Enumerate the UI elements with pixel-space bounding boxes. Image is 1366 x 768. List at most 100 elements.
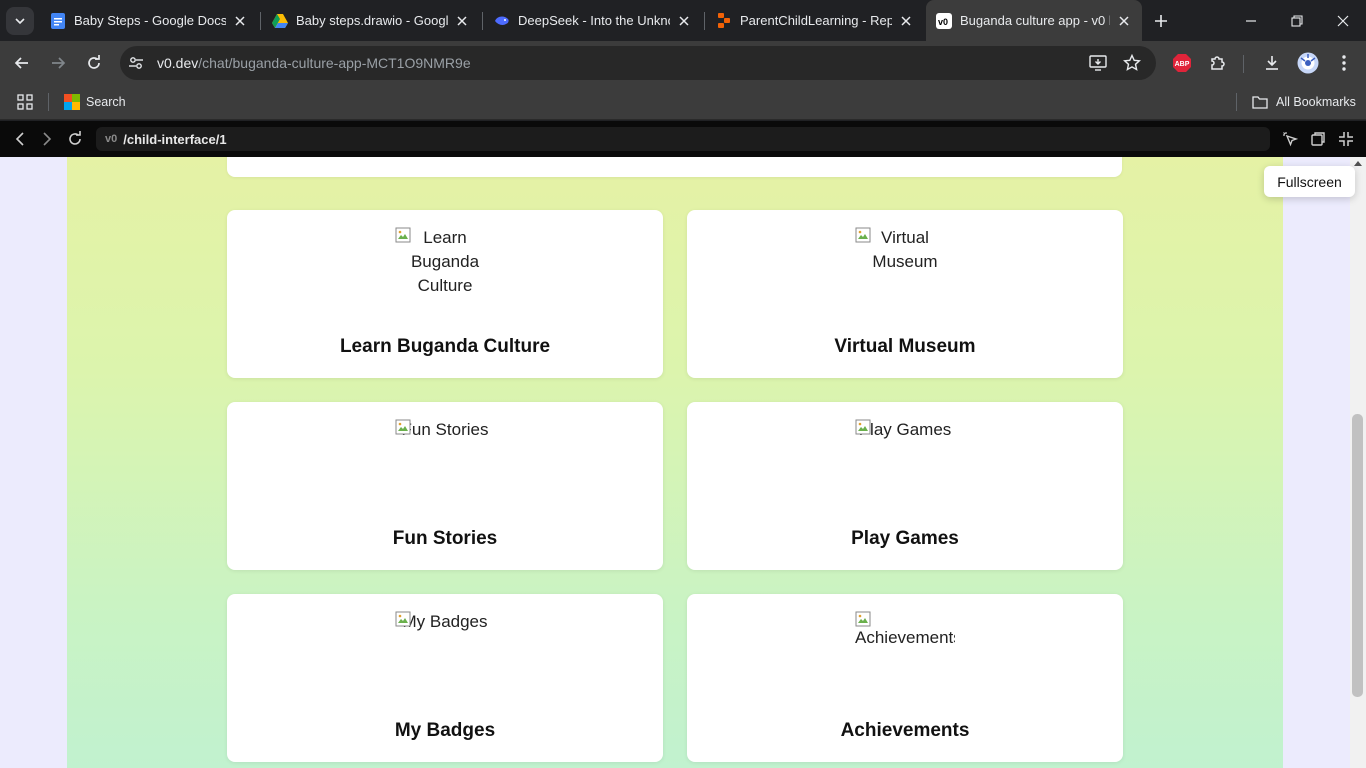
preview-forward-button[interactable] <box>37 129 57 149</box>
abp-badge-text: ABP <box>1175 61 1190 68</box>
google-drive-icon <box>272 13 288 29</box>
broken-image-icon <box>395 227 411 243</box>
card-virtual-museum[interactable]: Virtual Museum Virtual Museum <box>687 210 1123 378</box>
card-title: Play Games <box>851 528 959 549</box>
preview-reload-button[interactable] <box>65 129 85 149</box>
minimize-button[interactable] <box>1228 0 1274 41</box>
broken-image-alt: My Badges <box>395 610 495 634</box>
card-play-games[interactable]: Play Games Play Games <box>687 402 1123 570</box>
child-interface-page: Learn Buganda Culture Learn Buganda Cult… <box>67 157 1283 768</box>
image-alt-text: Achievements <box>855 628 955 647</box>
close-icon[interactable] <box>1116 13 1132 29</box>
broken-image-alt: Achievements <box>855 610 955 650</box>
all-bookmarks-button[interactable]: All Bookmarks <box>1252 91 1356 113</box>
preview-back-button[interactable] <box>10 129 30 149</box>
image-alt-text: Virtual Museum <box>872 228 938 271</box>
forward-button[interactable] <box>44 49 72 77</box>
url-text: v0.dev/chat/buganda-culture-app-MCT1O9NM… <box>157 55 471 71</box>
chevron-down-icon <box>15 18 25 25</box>
image-alt-text: Learn Buganda Culture <box>410 228 480 295</box>
card-achievements[interactable]: Achievements Achievements <box>687 594 1123 762</box>
arrow-left-icon <box>14 57 28 69</box>
extensions-puzzle-icon[interactable] <box>1204 49 1232 77</box>
profile-avatar[interactable] <box>1294 49 1322 77</box>
card-title: Learn Buganda Culture <box>339 336 551 357</box>
bookmark-star-icon[interactable] <box>1122 53 1142 77</box>
apps-grid-icon[interactable] <box>17 91 33 113</box>
tab-strip: Baby Steps - Google Docs Baby steps.draw… <box>0 0 1366 41</box>
card-title: Achievements <box>840 720 970 741</box>
broken-image-alt: Virtual Museum <box>855 226 955 274</box>
card-title: My Badges <box>394 720 496 741</box>
reload-button[interactable] <box>80 49 108 77</box>
preview-path: /child-interface/1 <box>123 131 227 147</box>
chevron-right-icon <box>43 132 52 146</box>
plus-icon <box>1155 15 1167 27</box>
tab-deepseek[interactable]: DeepSeek - Into the Unknown <box>484 6 702 35</box>
tab-title: ParentChildLearning - Replit <box>740 13 892 28</box>
tab-title: Baby Steps - Google Docs <box>74 13 226 28</box>
select-element-button[interactable] <box>1280 129 1300 149</box>
close-icon[interactable] <box>898 13 914 29</box>
tab-replit[interactable]: ParentChildLearning - Replit <box>706 6 924 35</box>
v0-icon: v0 <box>936 12 952 29</box>
image-alt-text: Play Games <box>858 420 952 439</box>
back-button[interactable] <box>8 49 36 77</box>
tab-divider <box>260 12 261 30</box>
broken-image-icon <box>855 419 871 435</box>
new-tab-button[interactable] <box>1150 10 1172 32</box>
scrollbar-thumb[interactable] <box>1352 414 1363 697</box>
minimize-icon <box>1246 19 1256 22</box>
header-card <box>227 157 1122 177</box>
scroll-up-arrow-icon[interactable] <box>1354 161 1362 166</box>
svg-text:v0: v0 <box>938 17 948 27</box>
restore-button[interactable] <box>1274 0 1320 41</box>
tab-drawio[interactable]: Baby steps.drawio - Google D <box>262 6 480 35</box>
bookmark-search[interactable]: Search <box>64 91 126 113</box>
broken-image-alt: Fun Stories <box>395 418 495 442</box>
close-icon[interactable] <box>232 13 248 29</box>
adblock-extension-icon[interactable]: ABP <box>1168 49 1196 77</box>
broken-image-alt: Learn Buganda Culture <box>395 226 495 298</box>
folder-icon <box>1252 95 1268 109</box>
address-bar[interactable]: v0.dev/chat/buganda-culture-app-MCT1O9NM… <box>120 46 1156 80</box>
browser-menu-icon[interactable] <box>1330 49 1358 77</box>
card-my-badges[interactable]: My Badges My Badges <box>227 594 663 762</box>
reload-icon <box>88 55 100 69</box>
fullscreen-tooltip: Fullscreen <box>1264 166 1355 197</box>
tab-search-button[interactable] <box>6 7 34 35</box>
tab-google-docs[interactable]: Baby Steps - Google Docs <box>40 6 258 35</box>
close-icon[interactable] <box>454 13 470 29</box>
collapse-icon <box>1339 132 1353 146</box>
url-path: /chat/buganda-culture-app-MCT1O9NMR9e <box>198 55 471 71</box>
browser-toolbar: v0.dev/chat/buganda-culture-app-MCT1O9NM… <box>0 41 1366 85</box>
downloads-icon[interactable] <box>1258 49 1286 77</box>
close-icon <box>1337 15 1349 26</box>
toolbar-divider <box>1243 55 1244 73</box>
broken-image-icon <box>395 611 411 627</box>
preview-url-field[interactable]: v0 /child-interface/1 <box>96 127 1270 151</box>
page-viewport: Learn Buganda Culture Learn Buganda Cult… <box>0 157 1350 768</box>
broken-image-icon <box>855 611 871 627</box>
bookmark-search-label: Search <box>86 95 126 109</box>
replit-icon <box>716 12 732 29</box>
broken-image-icon <box>395 419 411 435</box>
close-icon[interactable] <box>676 13 692 29</box>
card-title: Fun Stories <box>392 528 498 549</box>
card-title: Virtual Museum <box>834 336 976 357</box>
close-window-button[interactable] <box>1320 0 1366 41</box>
site-settings-icon[interactable] <box>128 55 144 76</box>
tab-v0-active[interactable]: v0 Buganda culture app - v0 by <box>926 0 1142 41</box>
cursor-select-icon <box>1283 132 1298 147</box>
bookmarks-bar: Search All Bookmarks <box>0 85 1366 120</box>
bookmarks-divider <box>1236 93 1237 111</box>
install-app-icon[interactable] <box>1089 54 1107 77</box>
fullscreen-button[interactable] <box>1336 129 1356 149</box>
restore-icon <box>1291 14 1303 27</box>
tab-divider <box>704 12 705 30</box>
page-scrollbar[interactable] <box>1350 157 1366 768</box>
image-alt-text: Fun Stories <box>401 420 489 439</box>
card-learn-buganda-culture[interactable]: Learn Buganda Culture Learn Buganda Cult… <box>227 210 663 378</box>
card-fun-stories[interactable]: Fun Stories Fun Stories <box>227 402 663 570</box>
open-new-window-button[interactable] <box>1308 129 1328 149</box>
